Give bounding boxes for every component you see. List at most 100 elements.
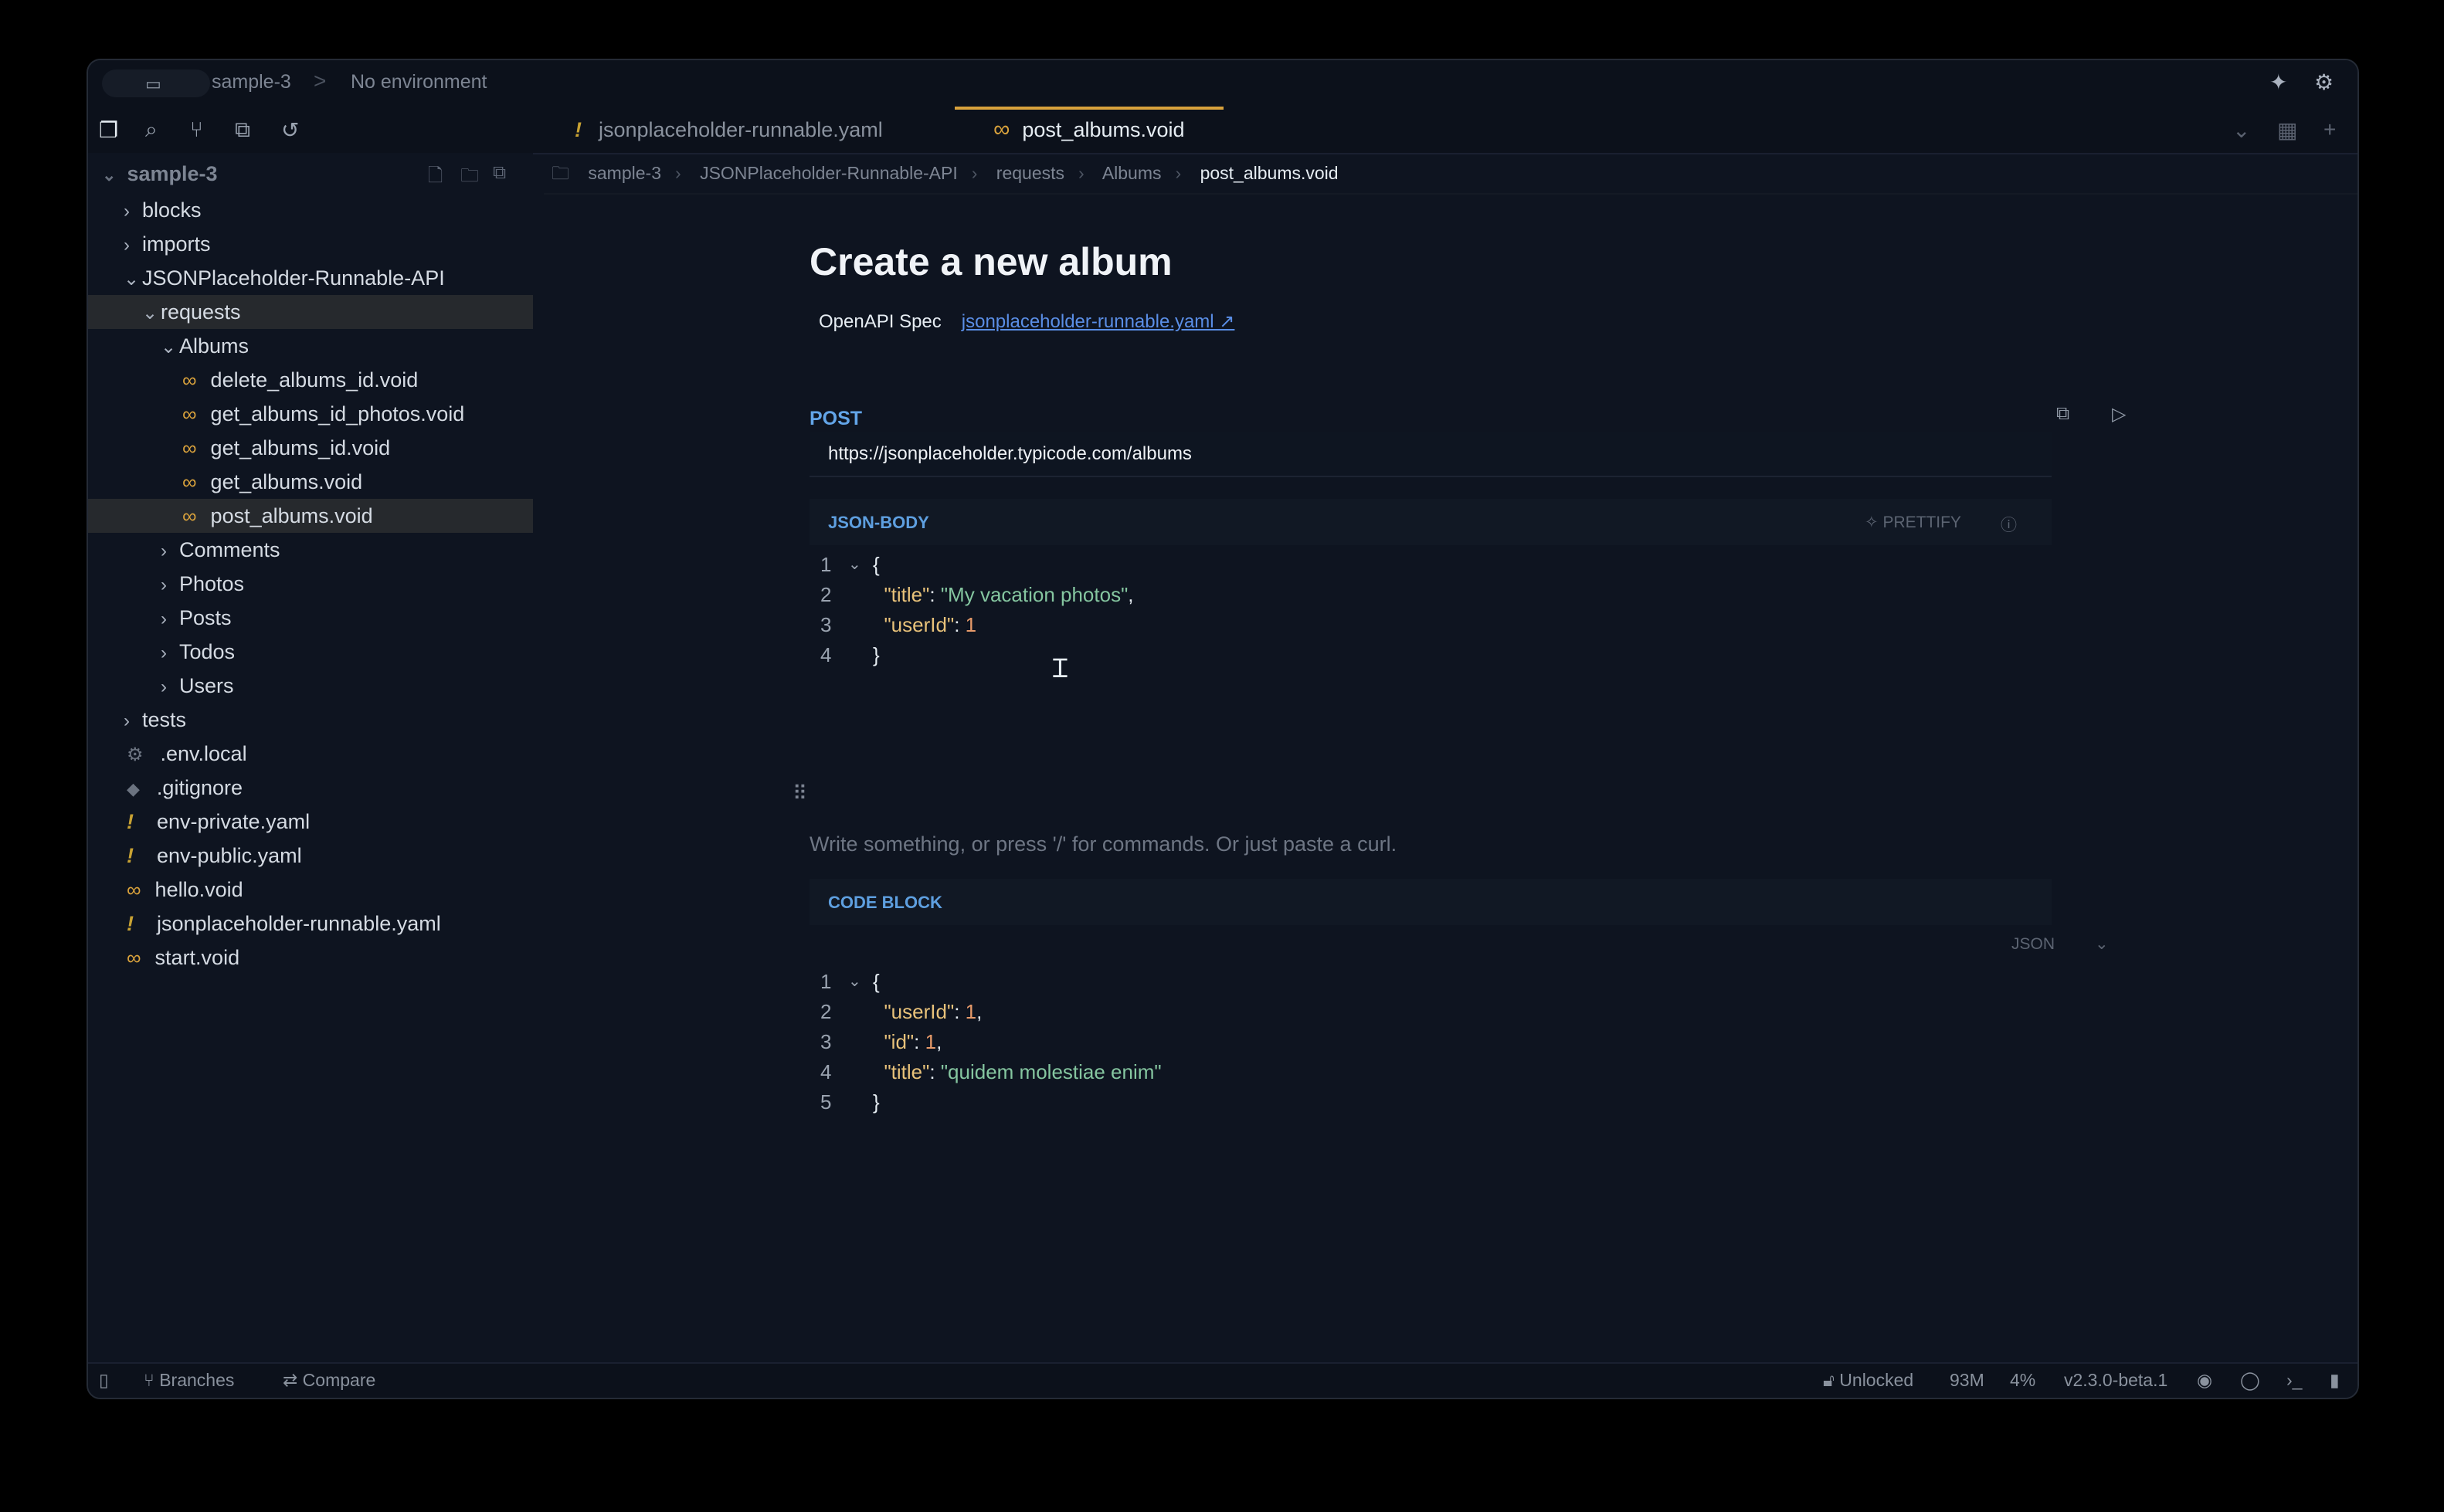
title-separator: > bbox=[314, 69, 327, 93]
tree-item[interactable]: › Todos bbox=[88, 635, 533, 669]
code-line[interactable]: 5} bbox=[810, 1087, 2052, 1117]
tree-item[interactable]: › Users bbox=[88, 669, 533, 703]
chevron-down-icon: ⌄ bbox=[102, 165, 117, 185]
fold-icon[interactable]: ⌄ bbox=[848, 550, 861, 580]
code-text: } bbox=[873, 1090, 880, 1114]
tree-item[interactable]: ⌄ Albums bbox=[88, 329, 533, 363]
tree-item[interactable]: ∞ post_albums.void bbox=[88, 499, 533, 533]
tree-item[interactable]: ∞ delete_albums_id.void bbox=[88, 363, 533, 397]
history-icon[interactable]: ↺ bbox=[281, 117, 299, 143]
chat-icon[interactable]: ◯ bbox=[2240, 1370, 2260, 1391]
tree-item[interactable]: ∞ hello.void bbox=[88, 873, 533, 907]
json-body-editor[interactable]: 1 ⌄{2 "title": "My vacation photos", 3 "us… bbox=[810, 550, 2052, 670]
code-text: "userId": 1, bbox=[884, 1000, 983, 1023]
new-folder-icon[interactable]: 🗀 bbox=[460, 162, 479, 194]
prettify-button[interactable]: ✧ PRETTIFY bbox=[1865, 513, 1961, 532]
code-text: "title": "My vacation photos", bbox=[884, 583, 1134, 606]
run-icon[interactable]: ▷ bbox=[2112, 403, 2126, 425]
lock-status[interactable]: 🔓︎ Unlocked bbox=[1823, 1370, 1913, 1391]
collapse-all-icon[interactable]: ⧉ bbox=[493, 162, 506, 184]
language-select[interactable]: JSON ⌄ bbox=[2011, 934, 2109, 954]
tree-item[interactable]: › blocks bbox=[88, 193, 533, 227]
editor-placeholder[interactable]: Write something, or press '/' for comman… bbox=[810, 832, 1397, 856]
panel-toggle-icon[interactable]: ▯ bbox=[99, 1370, 109, 1391]
tree-item[interactable]: ! env-private.yaml bbox=[88, 805, 533, 839]
tree-item-label: .gitignore bbox=[156, 776, 243, 799]
environment-selector[interactable]: No environment bbox=[351, 71, 487, 93]
code-block-editor[interactable]: 1 ⌄{2 "userId": 1, 3 "id": 1, 4 "title": "q… bbox=[810, 967, 2052, 1117]
line-number: 3 bbox=[820, 1030, 832, 1053]
tab-jsonplaceholder-yaml[interactable]: ! jsonplaceholder-runnable.yaml bbox=[575, 107, 883, 153]
copy-icon[interactable]: ⧉ bbox=[2056, 403, 2069, 425]
tree-item-label: Comments bbox=[179, 538, 280, 561]
tree-item[interactable]: ∞ get_albums_id.void bbox=[88, 431, 533, 465]
http-method[interactable]: POST bbox=[810, 408, 862, 430]
code-line[interactable]: 3 "id": 1, bbox=[810, 1027, 2052, 1057]
yaml-file-icon: ! bbox=[127, 810, 134, 833]
tree-item-label: JSONPlaceholder-Runnable-API bbox=[142, 266, 445, 290]
chevron-down-icon[interactable]: ⌄ bbox=[2232, 117, 2250, 143]
code-line[interactable]: 3 "userId": 1 bbox=[810, 610, 2052, 640]
chevron-right-icon: › bbox=[161, 575, 167, 595]
code-line[interactable]: 1 ⌄ { bbox=[810, 967, 2052, 997]
compare-button[interactable]: ⇄ Compare bbox=[283, 1370, 375, 1391]
tree-item-label: Todos bbox=[179, 640, 236, 663]
tree-item[interactable]: ∞ get_albums_id_photos.void bbox=[88, 397, 533, 431]
code-line[interactable]: 4} bbox=[810, 640, 2052, 670]
tree-item[interactable]: ⌄ JSONPlaceholder-Runnable-API bbox=[88, 261, 533, 295]
code-line[interactable]: 4 "title": "quidem molestiae enim" bbox=[810, 1057, 2052, 1087]
breadcrumb-item[interactable]: sample-3 bbox=[588, 163, 661, 183]
tree-item-label: hello.void bbox=[154, 878, 243, 901]
tree-item[interactable]: › Comments bbox=[88, 533, 533, 567]
breadcrumb-current[interactable]: post_albums.void bbox=[1200, 163, 1339, 183]
tree-item[interactable]: ∞ start.void bbox=[88, 941, 533, 975]
code-line[interactable]: 2 "userId": 1, bbox=[810, 997, 2052, 1027]
breadcrumb-item[interactable]: Albums bbox=[1102, 163, 1162, 183]
extensions-icon[interactable]: ⧉ bbox=[235, 117, 250, 143]
openapi-spec-link[interactable]: jsonplaceholder-runnable.yaml ↗ bbox=[962, 311, 1235, 332]
chevron-down-icon: ⌄ bbox=[161, 337, 177, 358]
tree-item-label: post_albums.void bbox=[210, 504, 373, 527]
git-branch-icon[interactable]: ⑂ bbox=[190, 117, 203, 142]
tree-item[interactable]: › Photos bbox=[88, 567, 533, 601]
workspace-root[interactable]: ⌄ sample-3 bbox=[102, 162, 218, 186]
tab-post-albums[interactable]: ∞ post_albums.void bbox=[955, 107, 1224, 153]
layout-icon[interactable]: ▦ bbox=[2277, 117, 2297, 143]
tree-item[interactable]: › imports bbox=[88, 227, 533, 261]
workspace-name[interactable]: sample-3 bbox=[212, 71, 291, 93]
breadcrumb-item[interactable]: JSONPlaceholder-Runnable-API bbox=[700, 163, 958, 183]
code-block-header: CODE BLOCK bbox=[810, 879, 2052, 925]
sidebar-toggle-pill[interactable]: ▭ bbox=[102, 69, 210, 97]
new-file-icon[interactable]: 🗋 bbox=[428, 162, 443, 194]
tree-item[interactable]: › tests bbox=[88, 703, 533, 737]
plus-icon[interactable]: + bbox=[2323, 117, 2336, 142]
panel-right-icon[interactable]: ▮ bbox=[2330, 1370, 2340, 1391]
branches-button[interactable]: ⑂ Branches bbox=[144, 1370, 234, 1391]
search-icon[interactable]: ⌕ bbox=[145, 117, 158, 143]
code-line[interactable]: 2 "title": "My vacation photos", bbox=[810, 580, 2052, 610]
github-icon[interactable]: ◉ bbox=[2197, 1370, 2212, 1391]
tree-item[interactable]: ∞ get_albums.void bbox=[88, 465, 533, 499]
tree-item[interactable]: ⚙ .env.local bbox=[88, 737, 533, 771]
drag-handle-icon[interactable]: ⠿ bbox=[793, 781, 807, 805]
tree-item[interactable]: ! env-public.yaml bbox=[88, 839, 533, 873]
fold-icon[interactable]: ⌄ bbox=[848, 967, 861, 997]
breadcrumb-item[interactable]: requests bbox=[996, 163, 1064, 183]
tree-item[interactable]: ⌄ requests bbox=[88, 295, 533, 329]
yaml-file-icon: ! bbox=[127, 912, 134, 935]
tree-item[interactable]: ! jsonplaceholder-runnable.yaml bbox=[88, 907, 533, 941]
tree-item[interactable]: ◆ .gitignore bbox=[88, 771, 533, 805]
tree-item-label: tests bbox=[142, 708, 187, 731]
tree-item[interactable]: › Posts bbox=[88, 601, 533, 635]
files-icon[interactable]: ❐ bbox=[99, 117, 118, 143]
gear-icon[interactable]: ⚙ bbox=[2314, 69, 2334, 95]
line-number: 1 bbox=[820, 553, 832, 576]
page-title[interactable]: Create a new album bbox=[810, 239, 1173, 284]
sparkle-icon[interactable]: ✦ bbox=[2269, 69, 2287, 95]
file-tree: › blocks › imports ⌄ JSONPlaceholder-Runnable… bbox=[88, 193, 533, 975]
url-field[interactable]: https://jsonplaceholder.typicode.com/alb… bbox=[810, 432, 2052, 477]
code-line[interactable]: 1 ⌄ { bbox=[810, 550, 2052, 580]
help-icon[interactable]: ⓘ bbox=[2001, 513, 2017, 536]
tab-label: jsonplaceholder-runnable.yaml bbox=[599, 118, 883, 141]
terminal-icon[interactable]: ›_ bbox=[2286, 1370, 2302, 1391]
